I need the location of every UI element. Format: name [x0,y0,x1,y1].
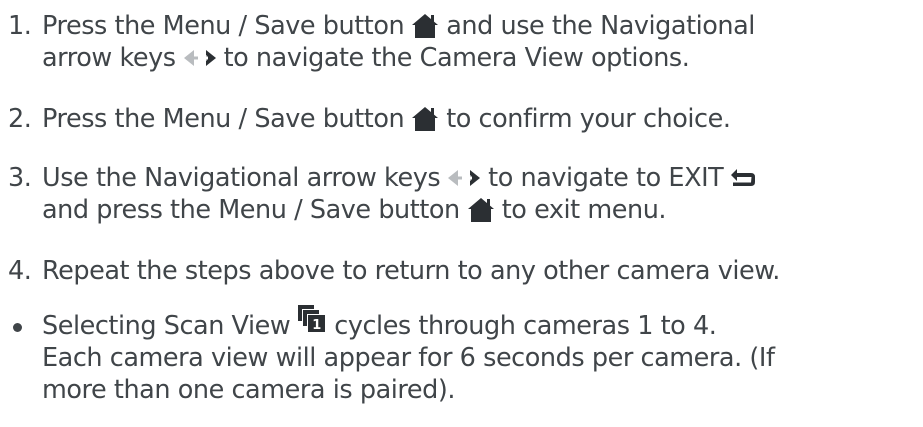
step-number: 4. [8,256,32,286]
step-text: Use the Navigational arrow keys [42,163,441,193]
left-right-arrow-keys-icon [183,50,216,66]
bullet-marker [8,310,42,342]
scan-view-note: Selecting Scan View 1 cycles through cam… [8,305,917,406]
left-right-arrow-keys-icon [448,170,481,186]
bullet-dot [13,322,22,332]
step-text: arrow keys [42,43,176,73]
note-text: Each camera view will appear for 6 secon… [42,343,775,373]
step-2: 2. Press the Menu / Save button to confi… [8,103,917,135]
note-text: Selecting Scan View [42,311,291,341]
step-text: to navigate to EXIT [488,163,724,193]
step-number: 3. [8,163,32,193]
home-icon [467,198,494,222]
step-text: Repeat the steps above to return to any … [42,256,780,286]
scan-view-stack-icon: 1 [298,305,326,333]
step-3-line-2: and press the Menu / Save button to exit… [8,194,917,226]
scan-icon-digit: 1 [312,318,321,333]
step-number: 1. [8,11,32,41]
step-text: and press the Menu / Save button [42,195,460,225]
note-text: more than one camera is paired). [42,375,455,405]
note-text: cycles through cameras 1 to 4. [334,311,717,341]
step-text: to exit menu. [501,195,667,225]
step-4: 4. Repeat the steps above to return to a… [8,255,917,287]
step-4-line-1: 4. Repeat the steps above to return to a… [8,255,917,287]
note-line-1: Selecting Scan View 1 cycles through cam… [8,305,917,342]
note-line-3: more than one camera is paired). [8,374,917,406]
step-number: 2. [8,104,32,134]
home-icon [412,107,439,131]
exit-return-icon [731,169,756,186]
step-1-line-2: arrow keys to navigate the Camera View o… [8,42,917,74]
step-1: 1. Press the Menu / Save button and use … [8,10,917,74]
step-text: and use the Navigational [446,11,755,41]
step-text: Press the Menu / Save button [42,104,405,134]
step-text: Press the Menu / Save button [42,11,405,41]
home-icon [412,14,439,38]
step-text: to navigate the Camera View options. [223,43,690,73]
instructions-document: 1. Press the Menu / Save button and use … [0,0,923,427]
step-3: 3. Use the Navigational arrow keys to na… [8,162,917,226]
note-line-2: Each camera view will appear for 6 secon… [8,342,917,374]
step-1-line-1: 1. Press the Menu / Save button and use … [8,10,917,42]
step-text: to confirm your choice. [446,104,731,134]
step-3-line-1: 3. Use the Navigational arrow keys to na… [8,162,917,194]
step-2-line-1: 2. Press the Menu / Save button to confi… [8,103,917,135]
